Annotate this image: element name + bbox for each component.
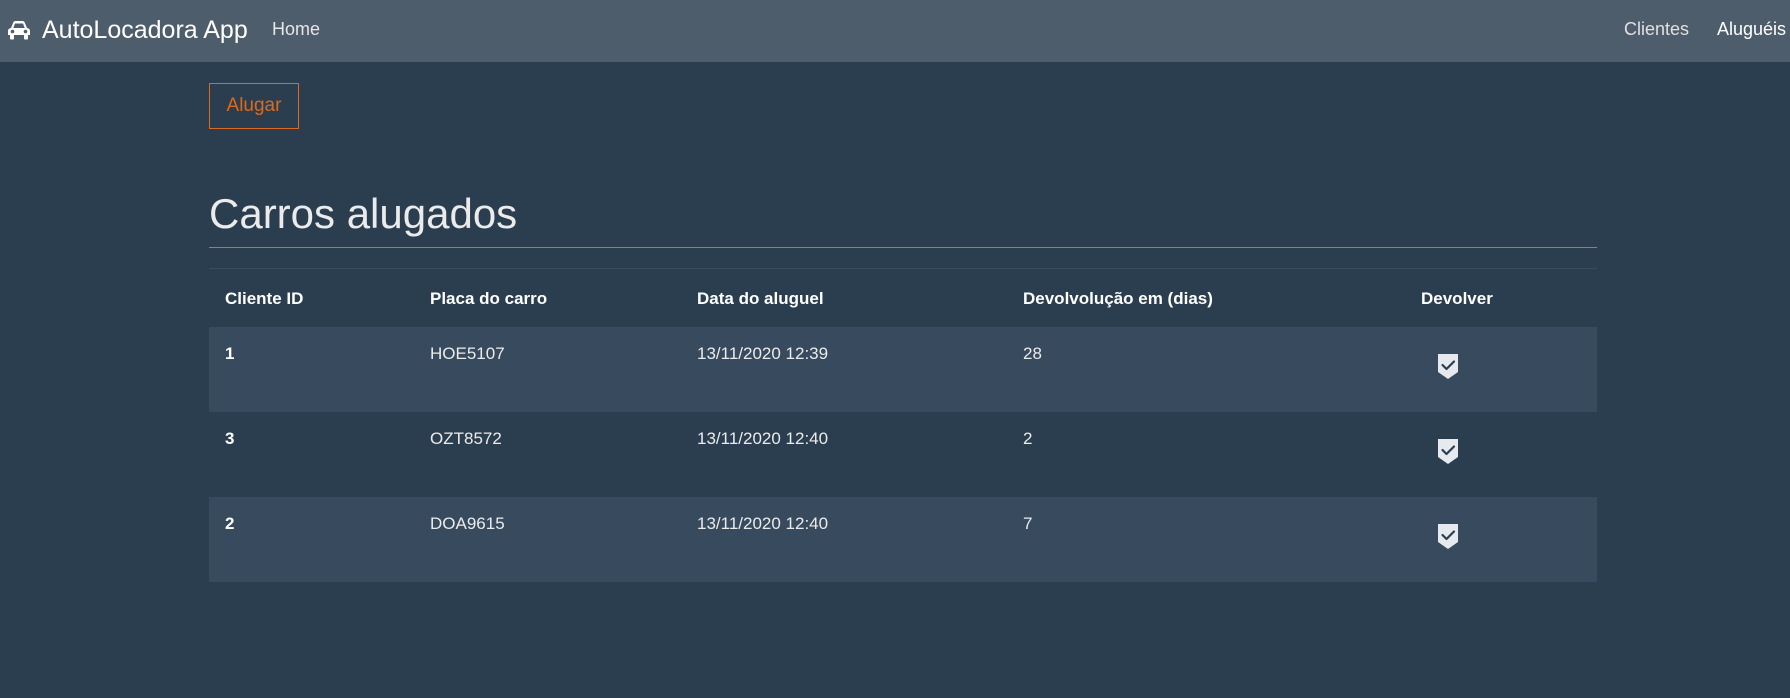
cell-cliente-id: 1 (225, 344, 235, 363)
header-devolucao: Devolvolução em (dias) (1023, 289, 1213, 308)
cell-placa: DOA9615 (430, 514, 505, 533)
cell-data: 13/11/2020 12:40 (697, 429, 829, 448)
alugar-button[interactable]: Alugar (209, 83, 299, 129)
shield-check-icon (1438, 354, 1458, 379)
brand-name: AutoLocadora App (42, 15, 248, 44)
header-devolver: Devolver (1421, 289, 1493, 308)
cell-dias: 28 (1023, 344, 1042, 363)
header-placa: Placa do carro (430, 289, 548, 308)
cell-cliente-id: 3 (225, 429, 235, 448)
cell-data: 13/11/2020 12:40 (697, 514, 829, 533)
rentals-table: Cliente ID Placa do carro Data do alugue… (209, 268, 1597, 582)
table-row: 1 HOE5107 13/11/2020 12:39 28 (209, 327, 1597, 412)
nav-alugueis[interactable]: Aluguéis (1717, 18, 1786, 40)
cell-dias: 7 (1023, 514, 1033, 533)
page-title: Carros alugados (209, 190, 518, 237)
header-data: Data do aluguel (697, 289, 824, 308)
nav-clientes[interactable]: Clientes (1624, 18, 1689, 40)
title-divider (209, 247, 1597, 248)
table-row: 2 DOA9615 13/11/2020 12:40 7 (209, 497, 1597, 582)
header-cliente-id: Cliente ID (225, 289, 304, 308)
table-row: 3 OZT8572 13/11/2020 12:40 2 (209, 412, 1597, 497)
cell-placa: OZT8572 (430, 429, 502, 448)
return-button[interactable] (1435, 351, 1461, 381)
return-button[interactable] (1435, 521, 1461, 551)
brand-link[interactable]: AutoLocadora App (6, 14, 248, 46)
table-header: Cliente ID Placa do carro Data do alugue… (209, 268, 1597, 327)
return-button[interactable] (1435, 436, 1461, 466)
cell-cliente-id: 2 (225, 514, 235, 533)
car-icon (8, 21, 30, 40)
shield-check-icon (1438, 524, 1458, 549)
cell-data: 13/11/2020 12:39 (697, 344, 829, 363)
cell-dias: 2 (1023, 429, 1033, 448)
shield-check-icon (1438, 439, 1458, 464)
navbar: AutoLocadora App Home Clientes Aluguéis (0, 0, 1790, 62)
nav-home[interactable]: Home (272, 18, 320, 40)
cell-placa: HOE5107 (430, 344, 505, 363)
